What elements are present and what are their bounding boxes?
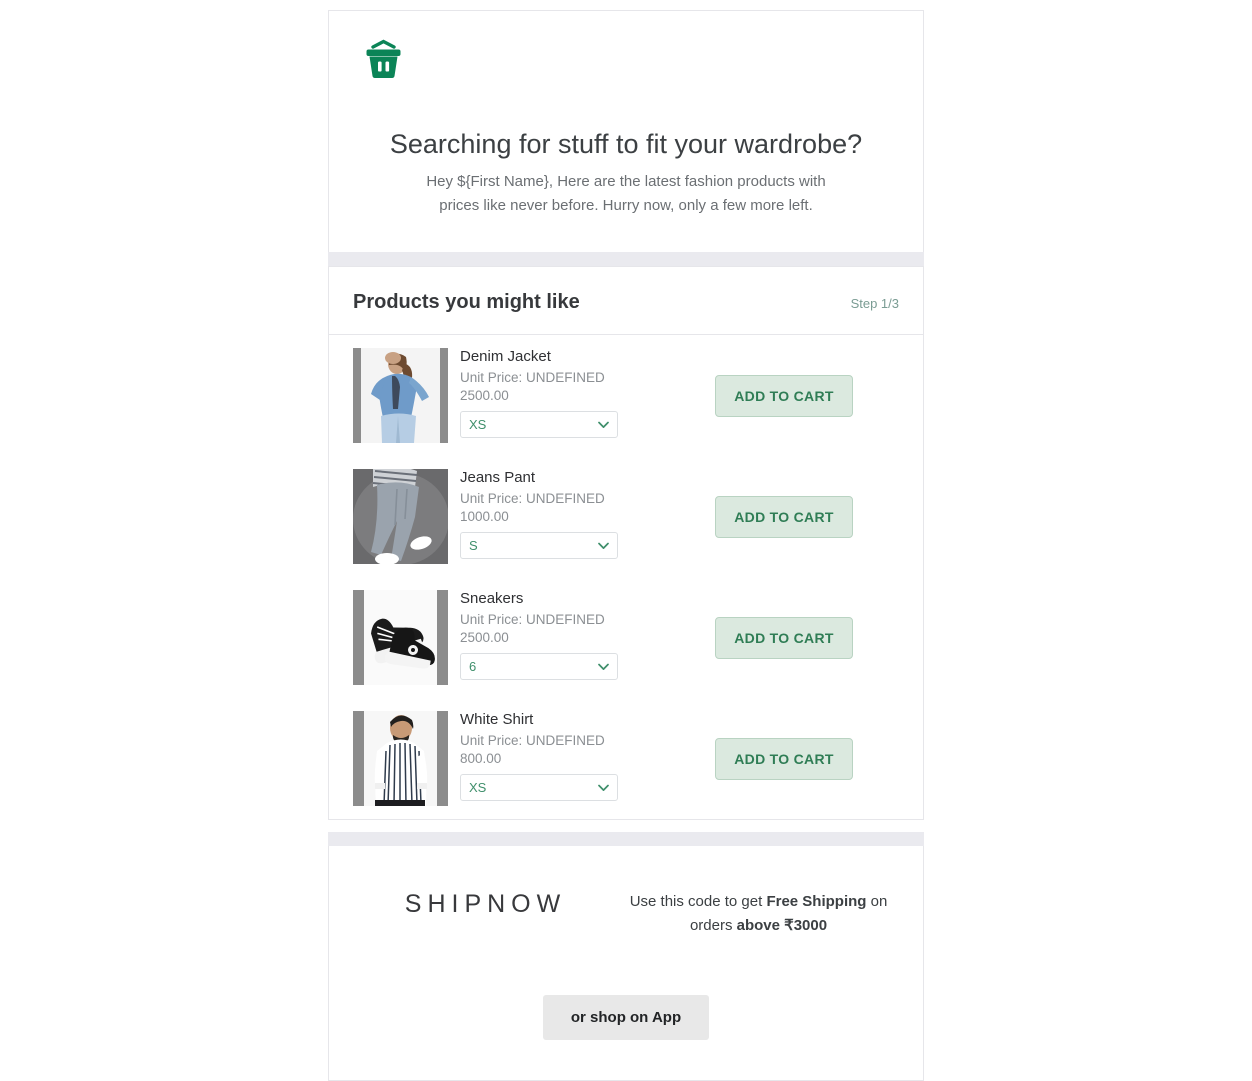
chevron-down-icon — [598, 542, 609, 549]
add-to-cart-button[interactable]: ADD TO CART — [715, 737, 853, 780]
hero-card: Searching for stuff to fit your wardrobe… — [328, 10, 924, 253]
promo-code: SHIPNOW — [404, 890, 567, 919]
footer-card: SHIPNOW Use this code to get Free Shippi… — [328, 846, 924, 1081]
chevron-down-icon — [598, 663, 609, 670]
product-price-value: 2500.00 — [460, 629, 509, 645]
product-price: Unit Price: UNDEFINED 2500.00 — [460, 369, 620, 404]
shopping-basket-icon — [363, 39, 889, 86]
promo-text-bold-1: Free Shipping — [766, 893, 867, 911]
sneakers-photo — [353, 590, 448, 686]
size-select-value: XS — [469, 780, 487, 796]
product-row: Denim Jacket Unit Price: UNDEFINED 2500.… — [329, 335, 923, 456]
products-card: Products you might like Step 1/3 Denim J… — [328, 266, 924, 821]
add-to-cart-button[interactable]: ADD TO CART — [715, 374, 853, 417]
product-info: Sneakers Unit Price: UNDEFINED 2500.00 6 — [448, 590, 669, 681]
product-info: Jeans Pant Unit Price: UNDEFINED 1000.00… — [448, 469, 669, 560]
step-indicator: Step 1/3 — [850, 296, 899, 312]
product-price-label: Unit Price: UNDEFINED — [460, 491, 605, 507]
product-price-value: 800.00 — [460, 750, 502, 766]
denim-jacket-photo — [353, 348, 448, 444]
product-info: White Shirt Unit Price: UNDEFINED 800.00… — [448, 711, 669, 802]
promo-description: Use this code to get Free Shipping on or… — [618, 876, 899, 937]
promo-text-part-1: Use this code to get — [629, 893, 767, 911]
size-select[interactable]: S — [460, 532, 618, 560]
product-row: White Shirt Unit Price: UNDEFINED 800.00… — [329, 698, 923, 819]
products-title: Products you might like — [353, 291, 580, 314]
product-price-value: 1000.00 — [460, 508, 509, 524]
size-select-value: S — [469, 538, 478, 554]
section-divider-band-top — [328, 252, 924, 267]
white-shirt-photo — [353, 711, 448, 807]
jeans-pant-photo — [353, 469, 448, 565]
promo-row: SHIPNOW Use this code to get Free Shippi… — [353, 876, 899, 937]
cart-cell: ADD TO CART — [669, 737, 899, 780]
product-price: Unit Price: UNDEFINED 800.00 — [460, 732, 620, 767]
size-select-value: XS — [469, 417, 487, 433]
product-price-label: Unit Price: UNDEFINED — [460, 612, 605, 628]
chevron-down-icon — [598, 421, 609, 428]
size-select[interactable]: XS — [460, 774, 618, 802]
products-header: Products you might like Step 1/3 — [329, 267, 923, 336]
product-name: Denim Jacket — [460, 348, 551, 366]
product-name: White Shirt — [460, 711, 534, 729]
size-select-value: 6 — [469, 659, 477, 675]
chevron-down-icon — [598, 784, 609, 791]
section-divider-band-bottom — [328, 832, 924, 847]
add-to-cart-button[interactable]: ADD TO CART — [715, 495, 853, 538]
product-price-label: Unit Price: UNDEFINED — [460, 370, 605, 386]
size-select[interactable]: 6 — [460, 653, 618, 681]
email-container: Searching for stuff to fit your wardrobe… — [328, 0, 924, 1081]
product-name: Jeans Pant — [460, 469, 536, 487]
cart-cell: ADD TO CART — [669, 616, 899, 659]
add-to-cart-button[interactable]: ADD TO CART — [715, 616, 853, 659]
shop-on-app-button[interactable]: or shop on App — [542, 994, 710, 1040]
size-select[interactable]: XS — [460, 411, 618, 439]
cart-cell: ADD TO CART — [669, 374, 899, 417]
product-price-label: Unit Price: UNDEFINED — [460, 733, 605, 749]
hero-title: Searching for stuff to fit your wardrobe… — [389, 129, 863, 159]
product-price: Unit Price: UNDEFINED 2500.00 — [460, 611, 620, 646]
product-price-value: 2500.00 — [460, 387, 509, 403]
product-info: Denim Jacket Unit Price: UNDEFINED 2500.… — [448, 348, 669, 439]
product-row: Sneakers Unit Price: UNDEFINED 2500.00 6… — [329, 577, 923, 698]
product-row: Jeans Pant Unit Price: UNDEFINED 1000.00… — [329, 456, 923, 577]
cart-cell: ADD TO CART — [669, 495, 899, 538]
product-price: Unit Price: UNDEFINED 1000.00 — [460, 490, 620, 525]
hero-subtitle: Hey ${First Name}, Here are the latest f… — [426, 173, 826, 215]
app-button-wrap: or shop on App — [353, 994, 899, 1040]
product-name: Sneakers — [460, 590, 524, 608]
promo-text-bold-2: above ₹3000 — [736, 916, 828, 934]
